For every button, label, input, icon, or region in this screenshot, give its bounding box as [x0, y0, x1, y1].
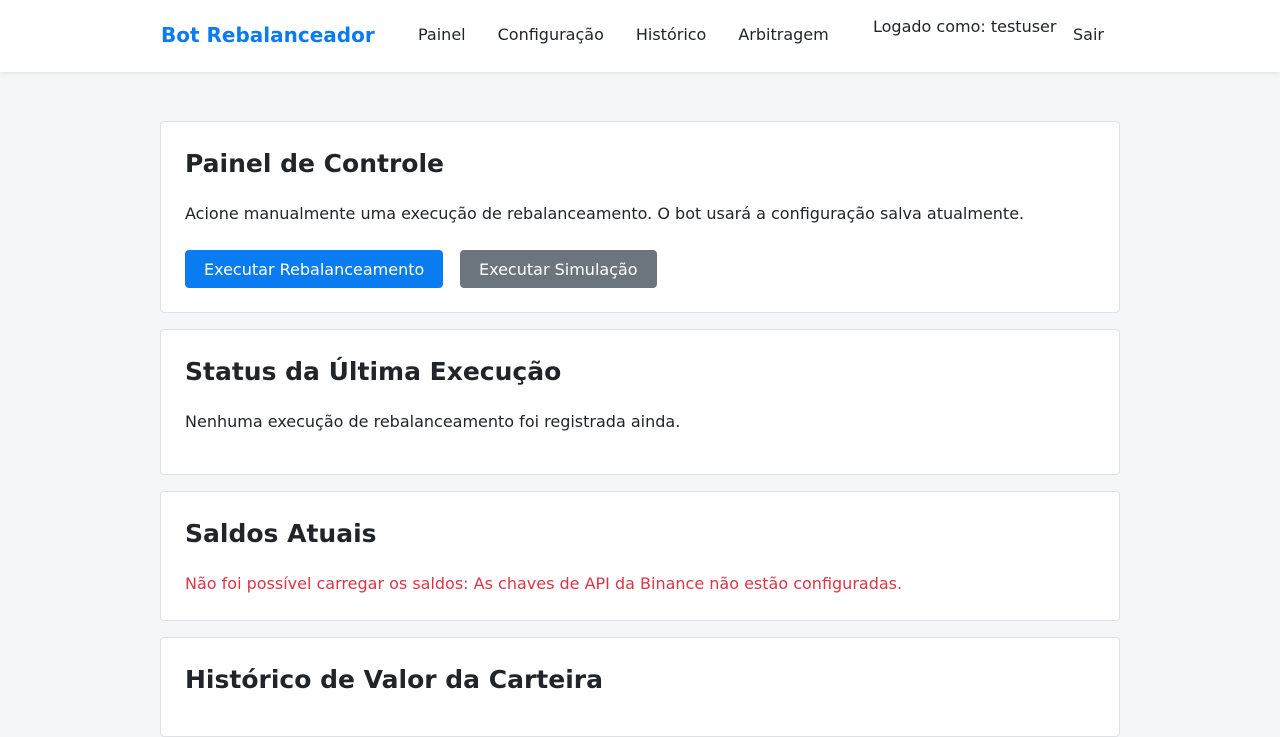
nav-links: Painel Configuração Histórico Arbitragem	[418, 25, 861, 44]
brand-link[interactable]: Bot Rebalanceador	[161, 23, 375, 47]
control-panel-card: Painel de Controle Acione manualmente um…	[160, 121, 1120, 313]
nav-link-painel[interactable]: Painel	[418, 25, 466, 44]
last-run-message: Nenhuma execução de rebalanceamento foi …	[185, 412, 681, 431]
balances-error: Não foi possível carregar os saldos: As …	[185, 574, 903, 593]
top-navbar: Bot Rebalanceador Painel Configuração Hi…	[0, 0, 1280, 72]
portfolio-history-title: Histórico de Valor da Carteira	[185, 665, 603, 694]
balances-card: Saldos Atuais Não foi possível carregar …	[160, 491, 1120, 621]
control-panel-description: Acione manualmente uma execução de rebal…	[185, 204, 1025, 223]
run-rebalance-button[interactable]: Executar Rebalanceamento	[185, 250, 444, 288]
last-run-card: Status da Última Execução Nenhuma execuç…	[160, 329, 1120, 475]
nav-link-configuracao[interactable]: Configuração	[498, 25, 604, 44]
logout-link[interactable]: Sair	[1073, 25, 1104, 44]
portfolio-history-card: Histórico de Valor da Carteira	[160, 637, 1120, 737]
run-simulation-button[interactable]: Executar Simulação	[460, 250, 657, 288]
logged-in-label: Logado como: testuser	[873, 17, 1057, 36]
balances-title: Saldos Atuais	[185, 519, 377, 548]
last-run-title: Status da Última Execução	[185, 357, 562, 386]
nav-link-historico[interactable]: Histórico	[636, 25, 706, 44]
control-panel-title: Painel de Controle	[185, 149, 444, 178]
nav-link-arbitragem[interactable]: Arbitragem	[738, 25, 828, 44]
